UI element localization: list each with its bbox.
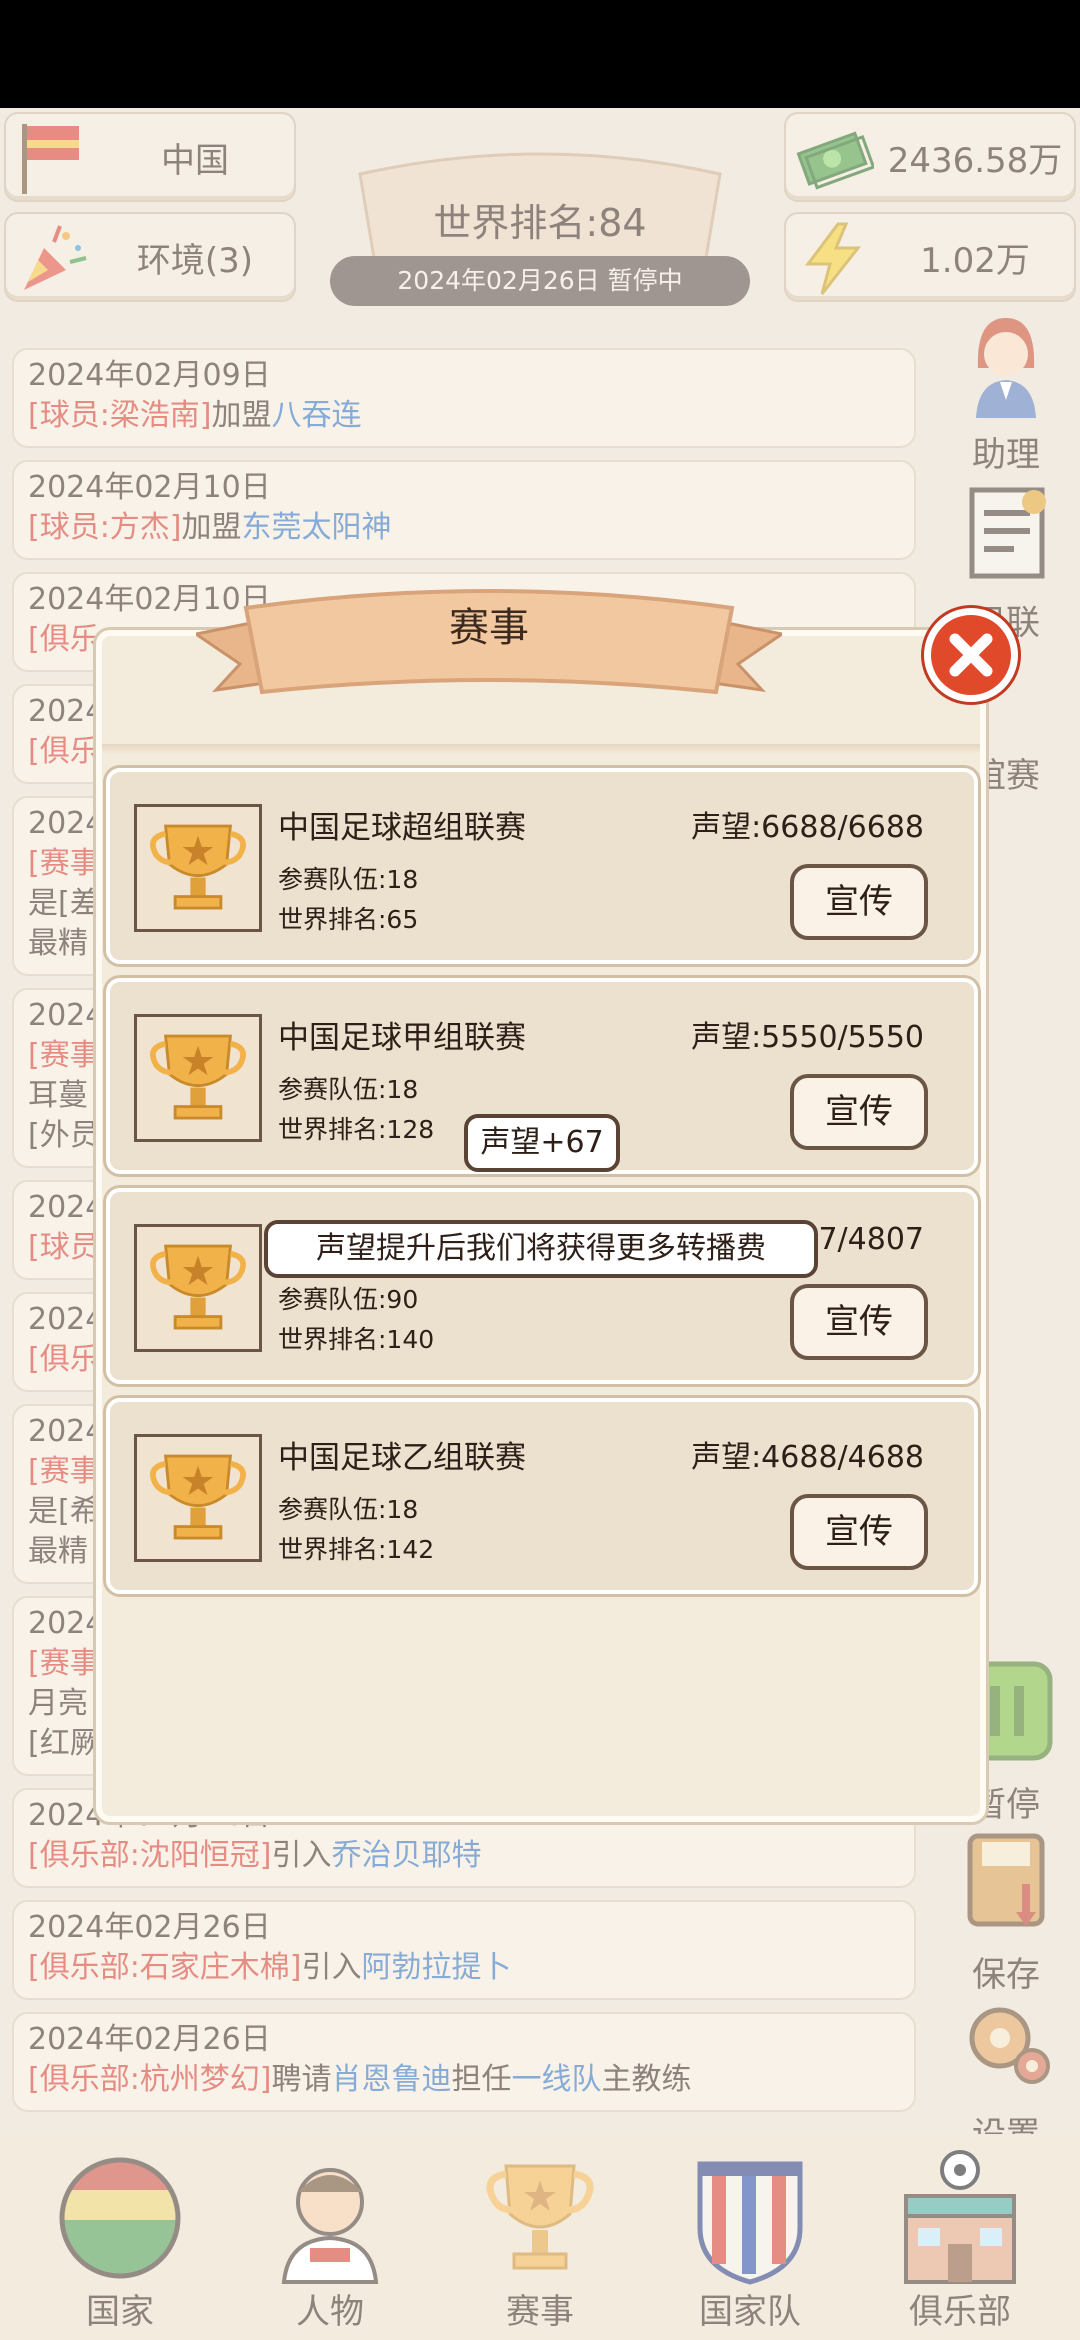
league-rank: 世界排名:65 xyxy=(278,905,419,934)
modal-title: 赛事 xyxy=(449,605,529,651)
trophy-icon xyxy=(150,824,246,910)
close-button[interactable] xyxy=(924,608,1018,702)
league-fame: 7/4807 xyxy=(818,1222,924,1257)
league-teams: 参赛队伍:18 xyxy=(278,1495,419,1524)
promote-button[interactable]: 宣传 xyxy=(790,1494,928,1570)
league-teams: 参赛队伍:18 xyxy=(278,1075,419,1104)
league-teams: 参赛队伍:90 xyxy=(278,1285,419,1314)
league-name: 中国足球甲组联赛 xyxy=(278,1020,526,1056)
league-rank: 世界排名:128 xyxy=(278,1115,435,1144)
trophy-icon xyxy=(150,1454,246,1540)
league-card: 参赛队伍:90 世界排名:140 7/4807 宣传 xyxy=(106,1188,978,1384)
league-thumbnail xyxy=(134,1224,262,1352)
fame-tip-toast: 声望提升后我们将获得更多转播费 xyxy=(264,1220,818,1278)
trophy-icon xyxy=(150,1244,246,1330)
trophy-icon xyxy=(150,1034,246,1120)
league-name: 中国足球超组联赛 xyxy=(278,810,526,846)
modal-divider xyxy=(102,744,980,754)
promote-button[interactable]: 宣传 xyxy=(790,864,928,940)
league-name: 中国足球乙组联赛 xyxy=(278,1440,526,1476)
league-rank: 世界排名:142 xyxy=(278,1535,435,1564)
league-thumbnail xyxy=(134,1014,262,1142)
league-fame: 声望:4688/4688 xyxy=(691,1440,924,1475)
league-card: 中国足球超组联赛 参赛队伍:18 世界排名:65 声望:6688/6688 宣传 xyxy=(106,768,978,964)
league-teams: 参赛队伍:18 xyxy=(278,865,419,894)
promote-button[interactable]: 宣传 xyxy=(790,1074,928,1150)
league-rank: 世界排名:140 xyxy=(278,1325,435,1354)
league-thumbnail xyxy=(134,1434,262,1562)
promote-button[interactable]: 宣传 xyxy=(790,1284,928,1360)
league-thumbnail xyxy=(134,804,262,932)
close-icon xyxy=(949,633,993,677)
fame-gain-toast: 声望+67 xyxy=(464,1114,620,1172)
league-card: 中国足球乙组联赛 参赛队伍:18 世界排名:142 声望:4688/4688 宣… xyxy=(106,1398,978,1594)
game-screen: 中国 环境(3) 世界排名:84 2024年02月26日 暂停中 2436.58… xyxy=(0,108,1080,2340)
league-fame: 声望:6688/6688 xyxy=(691,810,924,845)
league-fame: 声望:5550/5550 xyxy=(691,1020,924,1055)
